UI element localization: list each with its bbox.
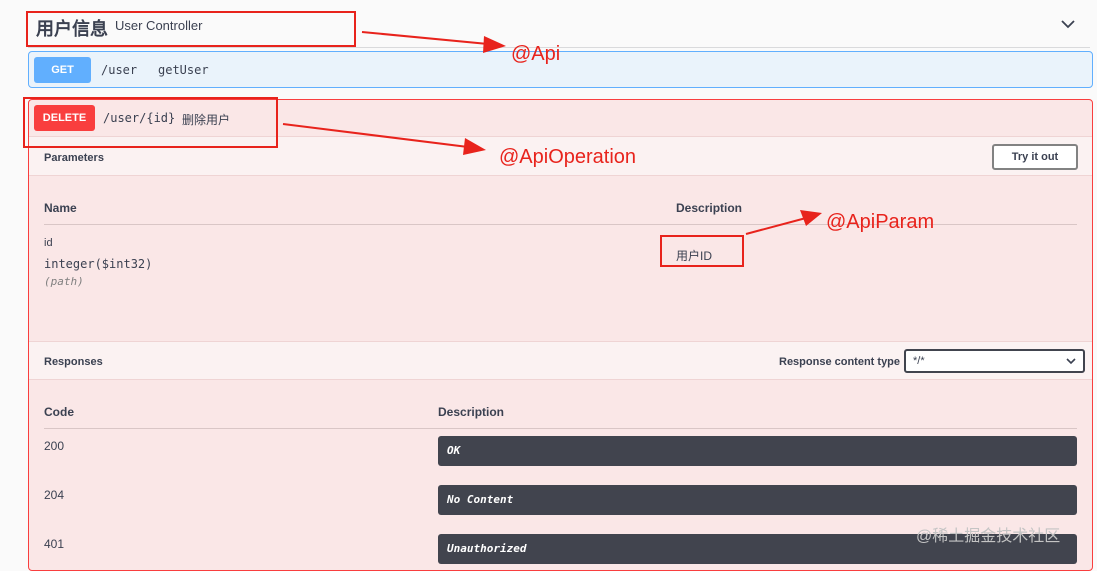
annotation-arrow-head (483, 36, 506, 53)
annotation-arrow-head (463, 138, 486, 155)
annotation-arrow-api (361, 31, 489, 45)
annotation-arrows (282, 31, 822, 235)
annotation-arrow-head (800, 210, 822, 226)
annotation-label-api: @Api (511, 43, 561, 65)
annotation-label-api-param: @ApiParam (826, 211, 935, 233)
annotation-arrow-api-param (745, 217, 807, 235)
annotation-label-api-operation: @ApiOperation (499, 146, 637, 168)
watermark: @稀土掘金技术社区 (916, 528, 1061, 545)
annotation-arrow-api-operation (282, 123, 469, 148)
